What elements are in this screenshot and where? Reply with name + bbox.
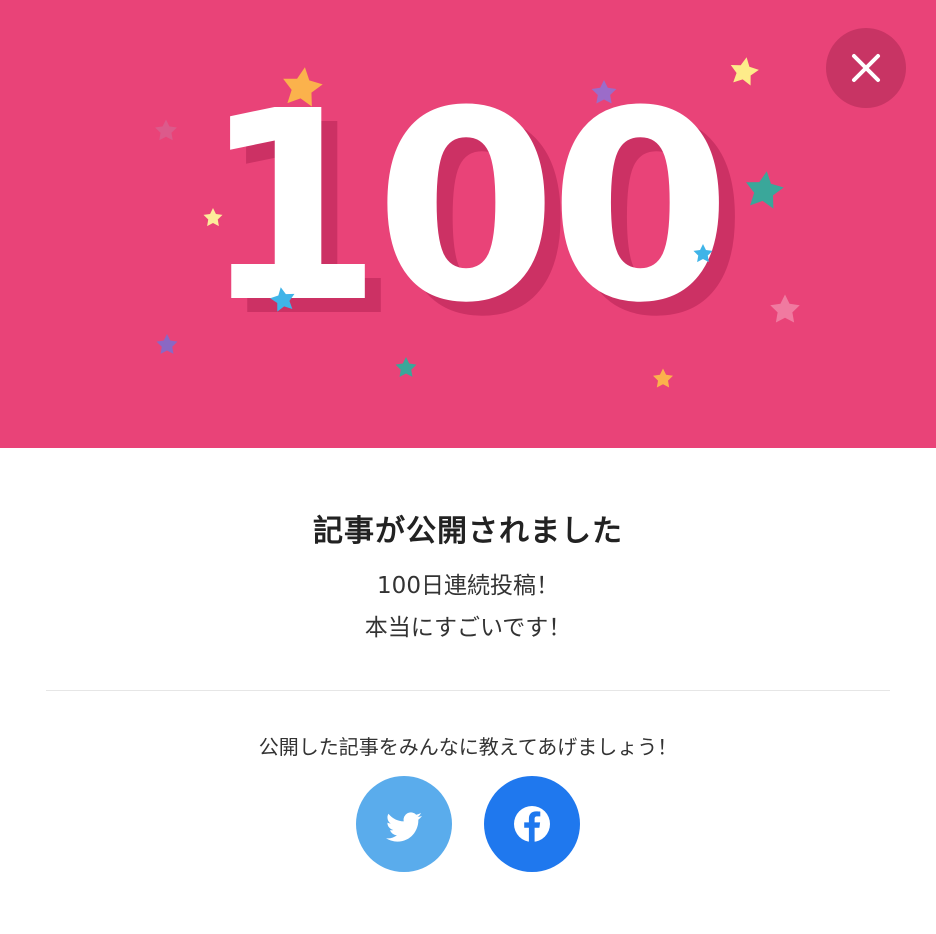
modal-content: 記事が公開されました 100日連続投稿！ 本当にすごいです！ 公開した記事をみん… bbox=[0, 448, 936, 934]
close-button[interactable] bbox=[826, 28, 906, 108]
celebration-banner: 100 100 bbox=[0, 0, 936, 448]
star-icon bbox=[770, 294, 800, 323]
hero-graphic: 100 100 bbox=[155, 54, 800, 388]
divider bbox=[46, 690, 890, 691]
message-line-2: 本当にすごいです！ bbox=[364, 615, 572, 641]
celebration-modal: 100 100 記事が公開されました 100日連続投稿！ 本当にすごいです！ 公… bbox=[0, 0, 936, 934]
twitter-share-button[interactable] bbox=[356, 776, 452, 872]
modal-title: 記事が公開されました bbox=[313, 514, 623, 549]
star-icon bbox=[156, 334, 178, 354]
share-prompt: 公開した記事をみんなに教えてあげましょう！ bbox=[258, 735, 678, 759]
star-icon bbox=[742, 168, 786, 210]
facebook-share-button[interactable] bbox=[484, 776, 580, 872]
facebook-f-icon bbox=[514, 806, 550, 842]
star-icon bbox=[155, 119, 177, 141]
twitter-bird-icon bbox=[386, 812, 422, 842]
milestone-number: 100 bbox=[201, 55, 724, 360]
message-line-1: 100日連続投稿！ bbox=[377, 573, 559, 599]
close-icon bbox=[852, 54, 880, 82]
